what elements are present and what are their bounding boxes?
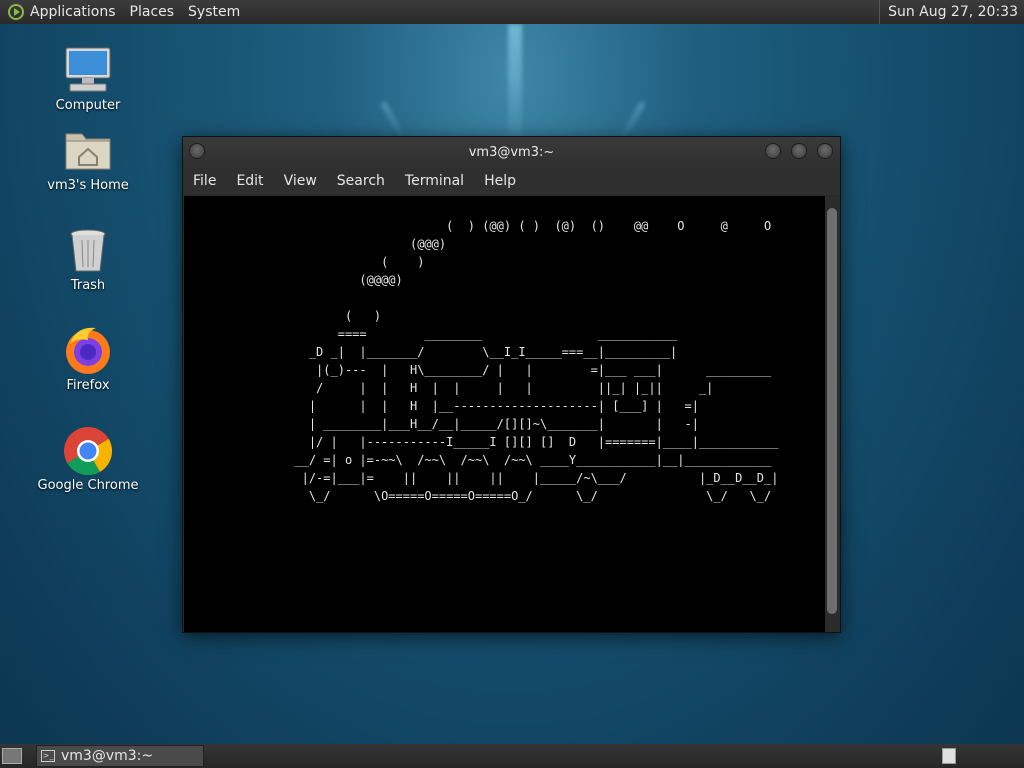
close-button[interactable] xyxy=(817,143,833,159)
home-folder-icon xyxy=(62,124,114,176)
clock[interactable]: Sun Aug 27, 20:33 xyxy=(879,0,1024,24)
desktop-icon-firefox[interactable]: Firefox xyxy=(28,324,148,393)
window-menu-button[interactable] xyxy=(189,143,205,159)
desktop-icon-home[interactable]: vm3's Home xyxy=(28,124,148,193)
terminal-window[interactable]: vm3@vm3:~ File Edit View Search Terminal… xyxy=(182,136,841,633)
top-panel: Applications Places System Sun Aug 27, 2… xyxy=(0,0,1024,24)
desktop-icon-computer[interactable]: Computer xyxy=(28,44,148,113)
computer-icon xyxy=(62,44,114,96)
workspace-switcher[interactable] xyxy=(942,748,956,764)
taskbar-window-button[interactable]: >_ vm3@vm3:~ xyxy=(36,745,204,767)
wallpaper-light-streak xyxy=(508,24,522,144)
bottom-panel: >_ vm3@vm3:~ xyxy=(0,744,1024,768)
terminal-output: ( ) (@@) ( ) (@) () @@ O @ O (@@@) ( ) (… xyxy=(294,219,779,503)
firefox-icon xyxy=(62,324,114,376)
menu-applications[interactable]: Applications xyxy=(30,4,116,20)
desktop-icon-label: vm3's Home xyxy=(47,178,129,193)
wallpaper-light-streak xyxy=(380,101,406,139)
desktop-icon-trash[interactable]: Trash xyxy=(28,224,148,293)
menu-help[interactable]: Help xyxy=(474,173,526,189)
menu-file[interactable]: File xyxy=(183,173,226,189)
desktop-icon-label: Computer xyxy=(55,98,121,113)
terminal-output-area[interactable]: ( ) (@@) ( ) (@) () @@ O @ O (@@@) ( ) (… xyxy=(184,196,826,632)
applications-logo-icon[interactable] xyxy=(8,4,24,20)
window-titlebar[interactable]: vm3@vm3:~ xyxy=(183,137,840,167)
show-desktop-icon[interactable] xyxy=(2,748,22,764)
scrollbar-thumb[interactable] xyxy=(827,208,837,614)
desktop-icon-label: Trash xyxy=(70,278,106,293)
wallpaper-light-streak xyxy=(620,101,646,139)
taskbar-window-label: vm3@vm3:~ xyxy=(61,748,154,764)
terminal-scrollbar[interactable] xyxy=(825,196,839,632)
menu-places[interactable]: Places xyxy=(130,4,175,20)
desktop-icon-label: Firefox xyxy=(66,378,110,393)
maximize-button[interactable] xyxy=(791,143,807,159)
desktop-icon-label: Google Chrome xyxy=(37,478,139,493)
menu-search[interactable]: Search xyxy=(327,173,395,189)
menu-system[interactable]: System xyxy=(188,4,240,20)
minimize-button[interactable] xyxy=(765,143,781,159)
menu-terminal[interactable]: Terminal xyxy=(395,173,474,189)
menu-view[interactable]: View xyxy=(274,173,327,189)
desktop-icon-chrome[interactable]: Google Chrome xyxy=(28,424,148,493)
menu-edit[interactable]: Edit xyxy=(226,173,273,189)
trash-icon xyxy=(62,224,114,276)
terminal-menubar: File Edit View Search Terminal Help xyxy=(183,167,840,195)
window-title: vm3@vm3:~ xyxy=(468,144,555,160)
terminal-icon: >_ xyxy=(41,750,55,762)
chrome-icon xyxy=(62,424,114,476)
